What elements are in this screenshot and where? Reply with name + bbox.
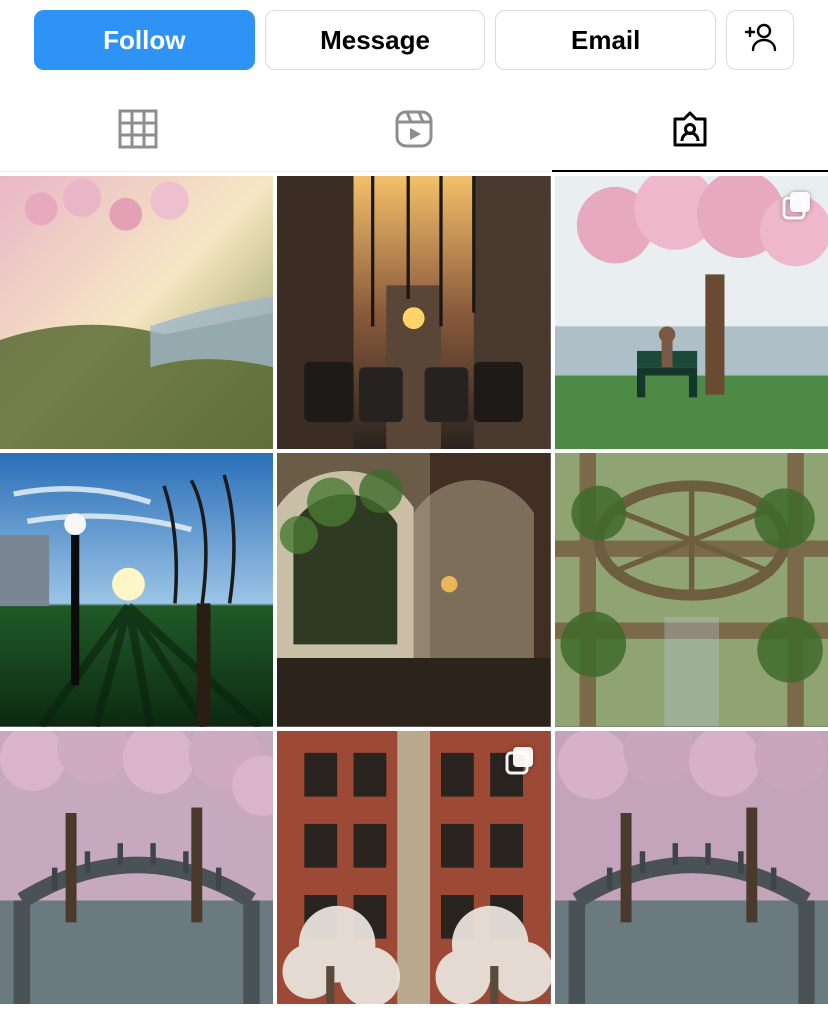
- tagged-icon: [669, 108, 711, 154]
- add-person-icon: [743, 22, 777, 59]
- reels-icon: [393, 108, 435, 154]
- tagged-grid: [0, 176, 828, 1004]
- post-thumbnail[interactable]: [277, 453, 550, 726]
- message-button[interactable]: Message: [265, 10, 486, 70]
- post-thumbnail[interactable]: [555, 176, 828, 449]
- follow-button[interactable]: Follow: [34, 10, 255, 70]
- post-thumbnail[interactable]: [0, 731, 273, 1004]
- post-thumbnail[interactable]: [555, 453, 828, 726]
- post-thumbnail[interactable]: [277, 731, 550, 1004]
- tab-grid[interactable]: [0, 90, 276, 171]
- tab-reels[interactable]: [276, 90, 552, 171]
- profile-tabs: [0, 90, 828, 172]
- post-thumbnail[interactable]: [555, 731, 828, 1004]
- tab-tagged[interactable]: [552, 90, 828, 171]
- grid-icon: [117, 108, 159, 154]
- post-thumbnail[interactable]: [277, 176, 550, 449]
- suggested-users-button[interactable]: [726, 10, 794, 70]
- post-thumbnail[interactable]: [0, 176, 273, 449]
- post-thumbnail[interactable]: [0, 453, 273, 726]
- profile-action-bar: Follow Message Email: [0, 0, 828, 90]
- email-button[interactable]: Email: [495, 10, 716, 70]
- carousel-icon: [780, 188, 816, 224]
- carousel-icon: [503, 743, 539, 779]
